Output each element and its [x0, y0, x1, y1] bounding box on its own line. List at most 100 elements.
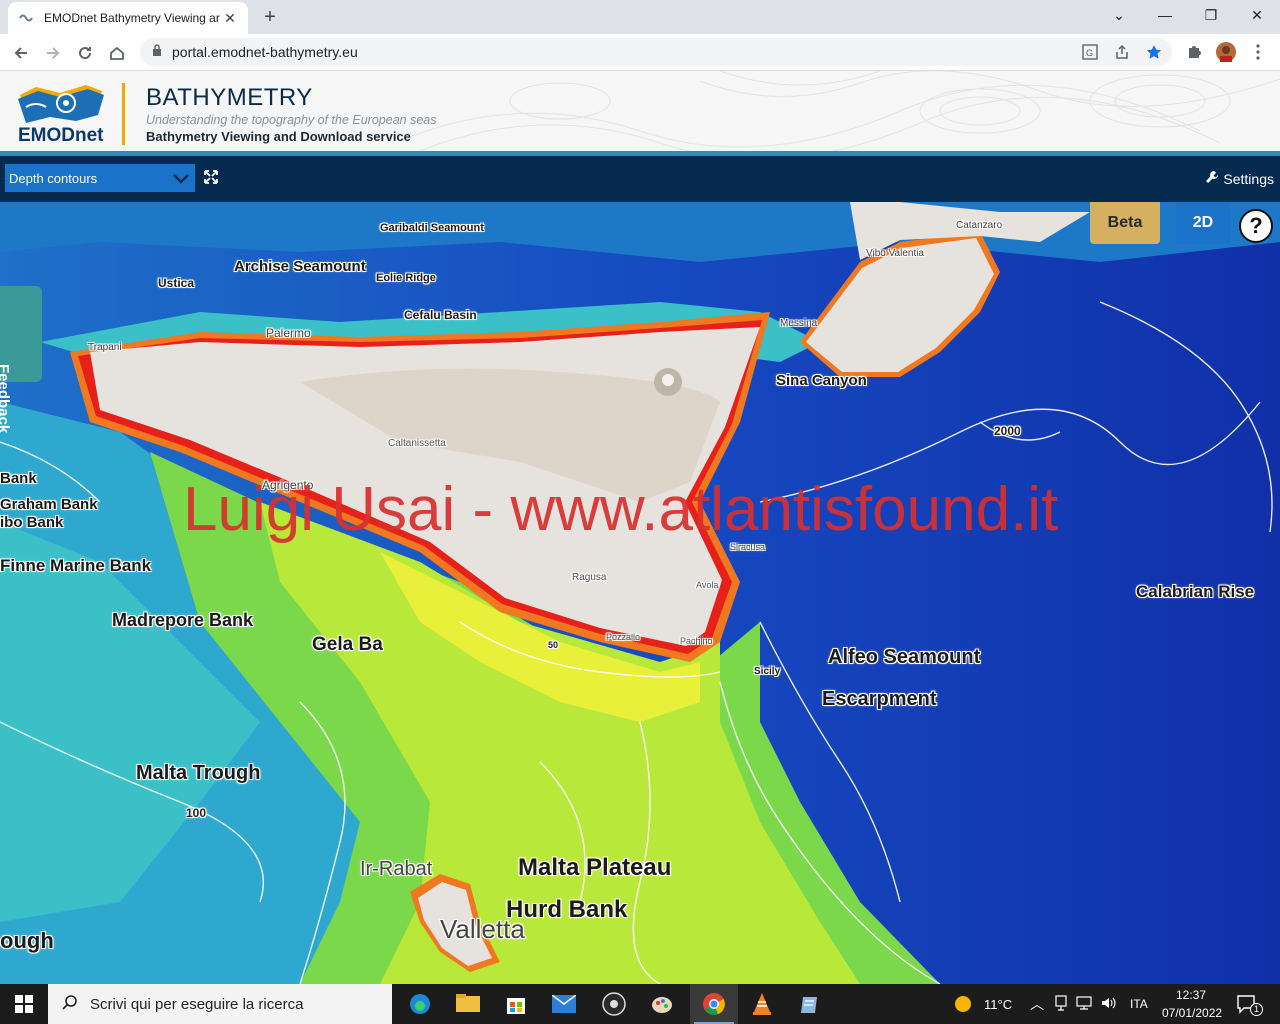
- map-label-cefalu-basin: Cefalu Basin: [404, 308, 477, 322]
- settings-button[interactable]: Settings: [1205, 170, 1274, 187]
- store-icon[interactable]: [492, 984, 540, 1024]
- extensions-puzzle-icon[interactable]: [1184, 42, 1204, 62]
- page-title: BATHYMETRY: [146, 84, 313, 111]
- map-label-graham-bank: Graham Bank: [0, 496, 98, 513]
- map-label-ustica: Ustica: [158, 276, 195, 290]
- browser-tab-strip: EMODnet Bathymetry Viewing ar ✕ + ⌄ — ❐ …: [0, 0, 1280, 34]
- map-label-escarpment: Escarpment: [822, 688, 937, 710]
- view-2d-button[interactable]: 2D: [1176, 202, 1230, 244]
- map-label-eolie-ridge: Eolie Ridge: [376, 272, 436, 284]
- windows-start-icon[interactable]: [0, 984, 48, 1024]
- menu-kebab-icon[interactable]: [1248, 42, 1268, 62]
- map-label-alfeo-seamount: Alfeo Seamount: [828, 646, 981, 668]
- restore-button[interactable]: ❐: [1188, 0, 1234, 30]
- layer-select[interactable]: Depth contours: [5, 164, 195, 192]
- notification-center-icon[interactable]: 1: [1236, 994, 1263, 1016]
- site-header: EMODnet BATHYMETRY Understanding the top…: [0, 71, 1280, 151]
- fullscreen-expand-icon[interactable]: [202, 168, 220, 186]
- contour-label-2000: 2000: [994, 424, 1021, 438]
- logo-text: EMODnet: [18, 125, 104, 146]
- header-divider: [122, 83, 125, 145]
- help-button[interactable]: ?: [1239, 209, 1273, 243]
- map-label-bank: Bank: [0, 470, 37, 487]
- notes-app-icon[interactable]: [786, 984, 834, 1024]
- paint-icon[interactable]: [638, 984, 686, 1024]
- map-label-vibo-valentia: Vibo Valentia: [866, 248, 925, 259]
- layer-select-value: Depth contours: [9, 170, 98, 186]
- map-label-ibo-bank: ibo Bank: [0, 514, 64, 531]
- tab-title: EMODnet Bathymetry Viewing ar: [44, 11, 220, 25]
- vlc-icon[interactable]: [738, 984, 786, 1024]
- taskbar-search-input[interactable]: Scrivi qui per eseguire la ricerca: [48, 984, 392, 1024]
- mail-icon[interactable]: [540, 984, 588, 1024]
- watermark-text: Luigi Usai - www.atlantisfound.it: [183, 475, 1059, 544]
- map-label-ragusa: Ragusa: [572, 572, 607, 583]
- map-label-sina-canyon: Sina Canyon: [776, 372, 867, 389]
- feedback-tab[interactable]: Feedback: [0, 286, 42, 433]
- network-icon[interactable]: [1076, 995, 1092, 1014]
- minimize-button[interactable]: —: [1142, 0, 1188, 30]
- contour-label-50: 50: [548, 640, 559, 650]
- bathymetry-map[interactable]: Calabrian Rise Alfeo Seamount Escarpment…: [0, 202, 1280, 984]
- language-indicator[interactable]: ITA: [1130, 997, 1148, 1011]
- wrench-icon: [1205, 170, 1219, 187]
- svg-text:G: G: [1086, 48, 1093, 58]
- share-icon[interactable]: [1112, 42, 1132, 62]
- tray-overflow-chevron-icon[interactable]: ︿: [1030, 994, 1044, 1014]
- page-subtitle: Understanding the topography of the Euro…: [146, 113, 437, 127]
- map-label-avola: Avola: [696, 580, 719, 590]
- map-label-malta-trough: Malta Trough: [136, 762, 261, 784]
- app-toolbar: Depth contours Settings: [0, 156, 1280, 202]
- map-label-valletta: Valletta: [440, 914, 525, 944]
- tab-favicon-icon: [18, 10, 34, 26]
- clock-date[interactable]: 07/01/2022: [1162, 1006, 1222, 1020]
- taskbar: Scrivi qui per eseguire la ricerca 11°C …: [0, 984, 1280, 1024]
- settings-label: Settings: [1223, 170, 1274, 187]
- map-label-catanzaro: Catanzaro: [956, 220, 1003, 231]
- map-label-garibaldi: Garibaldi Seamount: [380, 222, 484, 234]
- tray-meet-now-icon[interactable]: [1054, 995, 1068, 1014]
- forward-arrow-icon[interactable]: [40, 40, 66, 66]
- chrome-icon[interactable]: [690, 984, 738, 1024]
- address-bar[interactable]: portal.emodnet-bathymetry.eu: [140, 38, 1172, 66]
- map-label-calabrian-rise: Calabrian Rise: [1136, 582, 1255, 601]
- map-label-madrepore-bank: Madrepore Bank: [112, 610, 254, 630]
- weather-temperature[interactable]: 11°C: [984, 997, 1012, 1012]
- map-label-sicily: Sicily: [754, 666, 781, 677]
- reload-icon[interactable]: [72, 40, 98, 66]
- beta-button[interactable]: Beta: [1090, 202, 1160, 244]
- map-label-pozzallo: Pozzallo: [606, 632, 641, 642]
- obs-icon[interactable]: [590, 984, 638, 1024]
- url-text: portal.emodnet-bathymetry.eu: [172, 44, 358, 60]
- close-window-button[interactable]: ✕: [1234, 0, 1280, 30]
- feedback-label: Feedback: [0, 364, 12, 434]
- map-label-trapani: Trapani: [88, 342, 122, 353]
- map-label-pachino: Pachino: [680, 636, 713, 646]
- back-arrow-icon[interactable]: [8, 40, 34, 66]
- bookmark-star-icon[interactable]: [1144, 42, 1164, 62]
- map-label-messina: Messina: [780, 318, 818, 329]
- map-label-caltanissetta: Caltanissetta: [388, 438, 446, 449]
- browser-tab[interactable]: EMODnet Bathymetry Viewing ar ✕: [8, 2, 248, 34]
- map-label-gela-basin: Gela Ba: [312, 634, 383, 655]
- map-label-palermo: Palermo: [266, 326, 311, 340]
- home-icon[interactable]: [104, 40, 130, 66]
- weather-sun-icon[interactable]: [954, 995, 972, 1018]
- clock-time[interactable]: 12:37: [1176, 988, 1206, 1002]
- map-label-trough-edge: ough: [0, 928, 54, 953]
- search-icon: [62, 994, 78, 1014]
- map-label-malta-plateau: Malta Plateau: [518, 854, 672, 881]
- service-name: Bathymetry Viewing and Download service: [146, 129, 411, 144]
- tab-close-icon[interactable]: ✕: [222, 10, 238, 27]
- map-label-archise-seamount: Archise Seamount: [234, 258, 366, 275]
- translate-icon[interactable]: G: [1080, 42, 1100, 62]
- search-placeholder: Scrivi qui per eseguire la ricerca: [90, 995, 304, 1013]
- notification-count-badge: 1: [1250, 1003, 1263, 1016]
- contour-label-100: 100: [186, 806, 207, 820]
- profile-avatar[interactable]: [1216, 42, 1236, 62]
- edge-icon[interactable]: [396, 984, 444, 1024]
- volume-icon[interactable]: [1100, 995, 1116, 1014]
- new-tab-button[interactable]: +: [258, 6, 282, 30]
- file-explorer-icon[interactable]: [444, 984, 492, 1024]
- tab-search-icon[interactable]: ⌄: [1096, 0, 1142, 30]
